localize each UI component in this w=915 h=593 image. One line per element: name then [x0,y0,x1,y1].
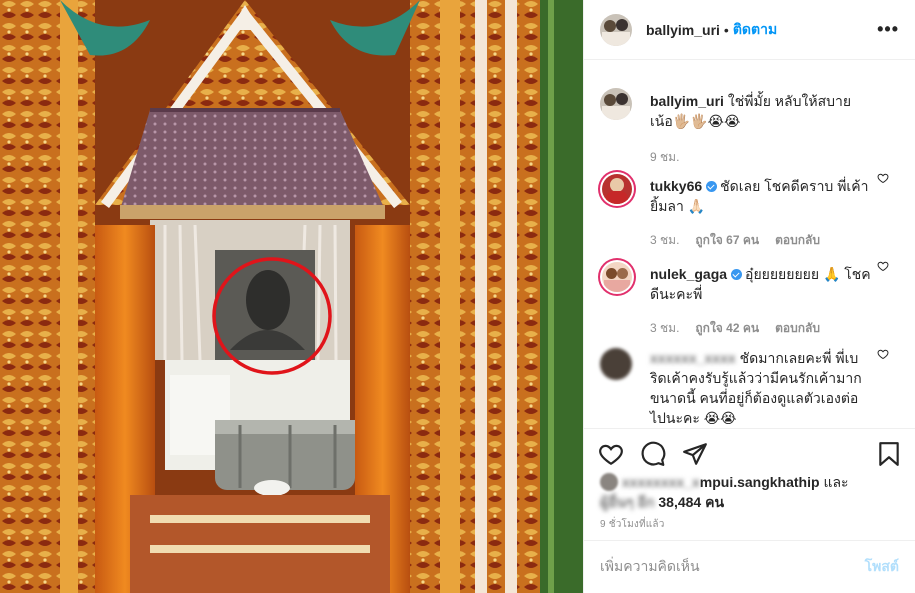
like-comment-heart-icon[interactable] [877,348,889,360]
post-header: ballyim_uri • ติดตาม ••• [584,0,915,60]
verified-badge-icon [706,181,718,192]
post-image[interactable] [0,0,583,593]
comment-item: tukky66 ชัดเลย โชคดีคราบ พี่เค้ายิ้มลา 🙏🏻… [584,160,915,248]
commenter-avatar[interactable] [602,262,632,292]
likes-others-text[interactable]: ผู้อื่นๆ อีก [600,494,654,510]
comment-likes[interactable]: ถูกใจ 42 คน [695,318,759,338]
comment-input[interactable]: เพิ่มความคิดเห็น [600,556,700,578]
author-avatar[interactable] [600,13,632,46]
follow-button[interactable]: ติดตาม [733,19,777,41]
separator-dot: • [723,21,729,38]
caption: ballyim_uri ใช่พี่มั้ย หลับให้สบายเน้อ🖐🏼🖐… [584,72,915,164]
comment-username[interactable]: nulek_gaga [650,266,727,282]
verified-badge-icon [731,269,743,280]
pavilion-photo [0,0,583,593]
caption-username[interactable]: ballyim_uri [650,93,724,109]
comment-username[interactable]: tukky66 [650,178,702,194]
commenter-avatar[interactable] [600,348,632,380]
post-timestamp[interactable]: 9 ชั่วโมงที่แล้ว [600,517,665,532]
likes-and-text: และ [823,474,849,490]
like-comment-heart-icon[interactable] [877,172,889,184]
comment-time[interactable]: 3 ชม. [650,230,679,250]
action-bar [584,428,915,478]
liker-avatar[interactable] [600,473,618,491]
reply-button[interactable]: ตอบกลับ [775,230,820,250]
save-bookmark-icon[interactable] [877,441,901,467]
comment-item: nulek_gaga อุ๋ยยยยยยยย 🙏 โชคดีนะคะพี่ 3 ช… [584,248,915,336]
reply-button[interactable]: ตอบกลับ [775,318,820,338]
comment-item: xxxxxx_xxxx ชัดมากเลยคะพี่ พี่เบริดเค้าคง… [584,336,915,428]
comment-icon[interactable] [640,441,666,467]
liker-username[interactable]: mpui.sangkhathip [700,474,820,490]
post-sidebar: ballyim_uri • ติดตาม ••• ballyim_uri ใช่พ… [583,0,915,593]
post-view: ballyim_uri • ติดตาม ••• ballyim_uri ใช่พ… [0,0,915,593]
likes-summary: xxxxxxxx_xmpui.sangkhathip และ ผู้อื่นๆ … [600,472,905,512]
comments-list: ballyim_uri ใช่พี่มั้ย หลับให้สบายเน้อ🖐🏼🖐… [584,72,915,428]
comment-username[interactable]: xxxxxx_xxxx [650,350,736,366]
commenter-avatar[interactable] [602,174,632,204]
liker-blurred-name[interactable]: xxxxxxxx_x [622,474,700,490]
like-heart-icon[interactable] [598,441,624,467]
add-comment-bar: เพิ่มความคิดเห็น โพสต์ [584,540,915,593]
post-comment-button[interactable]: โพสต์ [865,556,899,578]
author-avatar[interactable] [600,88,632,120]
more-options-icon[interactable]: ••• [877,19,899,40]
author-username[interactable]: ballyim_uri [646,22,720,38]
like-comment-heart-icon[interactable] [877,260,889,272]
comment-time[interactable]: 3 ชม. [650,318,679,338]
likes-count[interactable]: 38,484 คน [658,494,724,510]
comment-likes[interactable]: ถูกใจ 67 คน [695,230,759,250]
share-paper-plane-icon[interactable] [682,441,708,467]
